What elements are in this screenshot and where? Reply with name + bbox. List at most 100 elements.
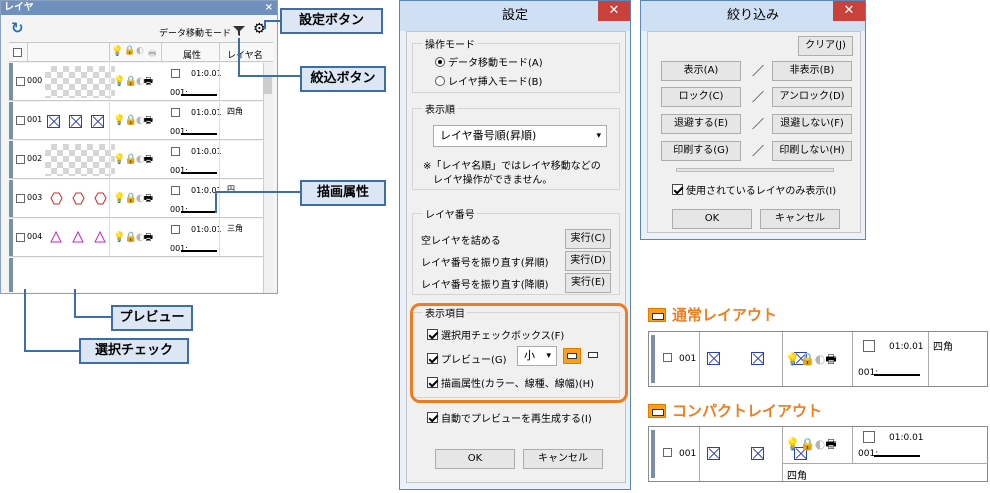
settings-body: 操作モード データ移動モード(A) レイヤ挿入モード(B) 表示順 レイヤ番号順… xyxy=(406,31,628,483)
mode-label: データ移動モード xyxy=(159,29,232,39)
callout-settings-button: 設定ボタン xyxy=(280,8,383,34)
show-button[interactable]: 表示(A) xyxy=(661,61,741,81)
color-box[interactable] xyxy=(171,69,180,78)
layer-state-icons[interactable]: 💡🔒◐🖶 xyxy=(785,435,837,456)
color-box[interactable] xyxy=(171,225,180,234)
layer-number: 002 xyxy=(27,154,43,163)
layer-number-group: レイヤ番号 空レイヤを詰める 実行(C) レイヤ番号を振り直す(昇順) 実行(D… xyxy=(412,206,620,295)
chevron-down-icon: ▾ xyxy=(596,131,601,141)
layer-number: 001 xyxy=(27,115,43,124)
execute-e-button[interactable]: 実行(E) xyxy=(565,273,611,293)
separator xyxy=(676,168,834,172)
layer-state-icons[interactable]: 💡🔒◐🖶 xyxy=(113,230,153,247)
layer-name[interactable]: 円 xyxy=(227,184,235,195)
layer-state-icons[interactable]: 💡🔒◐🖶 xyxy=(785,350,837,371)
execute-c-button[interactable]: 実行(C) xyxy=(565,229,611,249)
visibility-header-icon[interactable]: 💡 xyxy=(111,46,123,57)
layer-select-checkbox[interactable] xyxy=(663,448,672,457)
layer-preview xyxy=(45,66,115,98)
layer-state-icons[interactable]: 💡🔒◐🖶 xyxy=(113,191,153,208)
scrollbar-thumb[interactable] xyxy=(264,76,272,94)
callout-preview: プレビュー xyxy=(111,305,193,331)
compact-layout-heading: コンパクトレイアウト xyxy=(648,400,822,421)
layer-panel: レイヤ × ↻ データ移動モード ⚙ 💡 🔒 ◐ 🖶 属性 レイヤ名 000 💡… xyxy=(0,0,278,294)
select-all-checkbox[interactable] xyxy=(13,48,22,57)
normal-layout-icon xyxy=(648,308,666,322)
evacuate-header-icon[interactable]: ◐ xyxy=(136,46,144,56)
layer-name[interactable]: 四角 xyxy=(227,106,243,117)
cancel-button[interactable]: キャンセル xyxy=(523,449,603,469)
ok-button[interactable]: OK xyxy=(435,449,515,469)
layer-preview xyxy=(45,105,115,137)
close-icon[interactable]: ✕ xyxy=(833,1,865,21)
layer-preview xyxy=(45,222,115,254)
cancel-button[interactable]: キャンセル xyxy=(760,209,840,229)
radio-layer-insert[interactable]: レイヤ挿入モード(B) xyxy=(435,73,542,88)
op-mode-group: 操作モード データ移動モード(A) レイヤ挿入モード(B) xyxy=(412,36,620,93)
ok-button[interactable]: OK xyxy=(672,209,752,229)
layer-state-icons[interactable]: 💡🔒◐🖶 xyxy=(113,113,153,130)
filter-body: クリア(J) 表示(A) ／ 非表示(B) ロック(C) ／ アンロック(D) … xyxy=(647,31,861,233)
layer-panel-title: レイヤ xyxy=(1,1,277,15)
color-box[interactable] xyxy=(171,108,180,117)
display-order-select[interactable]: レイヤ番号順(昇順) ▾ xyxy=(433,125,607,147)
refresh-icon[interactable]: ↻ xyxy=(11,19,24,37)
normal-layout-heading: 通常レイアウト xyxy=(648,304,777,325)
hide-button[interactable]: 非表示(B) xyxy=(772,61,852,81)
layer-select-checkbox[interactable] xyxy=(16,194,25,203)
layer-number: 003 xyxy=(27,193,43,202)
checkbox-only-used[interactable]: 使用されているレイヤのみ表示(I) xyxy=(672,182,836,197)
layer-row[interactable]: 002 💡🔒◐🖶 01:0.01 001: xyxy=(9,141,264,179)
highlight-frame xyxy=(410,303,628,403)
lock-button[interactable]: ロック(C) xyxy=(661,87,741,107)
close-icon[interactable]: × xyxy=(265,1,273,15)
color-box[interactable] xyxy=(171,186,180,195)
clear-button[interactable]: クリア(J) xyxy=(798,36,853,56)
name-header: レイヤ名 xyxy=(227,51,263,61)
filter-dialog: 絞り込み ✕ クリア(J) 表示(A) ／ 非表示(B) ロック(C) ／ アン… xyxy=(640,0,866,240)
layer-select-checkbox[interactable] xyxy=(16,233,25,242)
layer-select-checkbox[interactable] xyxy=(16,155,25,164)
layer-row[interactable]: 001 💡🔒◐🖶 01:0.01 001: 四角 xyxy=(9,102,264,140)
color-box[interactable] xyxy=(863,340,875,352)
layer-row[interactable] xyxy=(9,258,264,292)
checkbox-auto-preview[interactable]: 自動でプレビューを再生成する(I) xyxy=(427,410,592,425)
no-print-button[interactable]: 印刷しない(H) xyxy=(772,141,852,161)
color-box[interactable] xyxy=(863,431,875,443)
unlock-button[interactable]: アンロック(D) xyxy=(772,87,852,107)
callout-draw-attr: 描画属性 xyxy=(300,180,386,206)
attr-header: 属性 xyxy=(183,51,202,61)
layer-select-checkbox[interactable] xyxy=(16,116,25,125)
layer-preview xyxy=(45,183,115,215)
layer-row[interactable]: 003 💡🔒◐🖶 01:0.01 001: 円 xyxy=(9,180,264,218)
layer-name[interactable]: 四角 xyxy=(787,467,807,482)
settings-dialog-title: 設定 xyxy=(400,1,630,31)
normal-layout-row: 001 💡🔒◐🖶 01:0.01 001: 四角 xyxy=(648,331,988,387)
execute-d-button[interactable]: 実行(D) xyxy=(565,251,611,271)
layer-state-icons[interactable]: 💡🔒◐🖶 xyxy=(113,152,153,169)
compact-layout-row: 001 💡🔒◐🖶 01:0.01 001: 四角 xyxy=(648,426,988,482)
layer-row[interactable]: 004 💡🔒◐🖶 01:0.01 001: 三角 xyxy=(9,219,264,257)
display-order-group: 表示順 レイヤ番号順(昇順) ▾ ※「レイヤ名順」ではレイヤ移動などの レイヤ操作… xyxy=(412,101,620,190)
callout-filter-button: 絞込ボタン xyxy=(300,66,386,92)
layer-list-header: 💡 🔒 ◐ 🖶 属性 レイヤ名 xyxy=(9,42,273,62)
scrollbar[interactable] xyxy=(263,63,273,293)
layer-select-checkbox[interactable] xyxy=(663,353,672,362)
close-icon[interactable]: ✕ xyxy=(598,1,630,21)
layer-row[interactable]: 000 💡🔒◐🖶 01:0.01 001: xyxy=(9,63,264,101)
settings-dialog: 設定 ✕ 操作モード データ移動モード(A) レイヤ挿入モード(B) 表示順 レ… xyxy=(399,0,631,490)
radio-data-move[interactable]: データ移動モード(A) xyxy=(435,54,543,69)
print-header-icon[interactable]: 🖶 xyxy=(148,46,157,62)
layer-number: 004 xyxy=(27,232,43,241)
print-button[interactable]: 印刷する(G) xyxy=(661,141,741,161)
layer-state-icons[interactable]: 💡🔒◐🖶 xyxy=(113,74,153,91)
evacuate-button[interactable]: 退避する(E) xyxy=(661,114,741,134)
lock-header-icon[interactable]: 🔒 xyxy=(124,46,135,56)
layer-number: 000 xyxy=(27,76,43,85)
layer-select-checkbox[interactable] xyxy=(16,77,25,86)
layer-name[interactable]: 三角 xyxy=(227,223,243,234)
layer-name[interactable]: 四角 xyxy=(933,338,953,353)
color-box[interactable] xyxy=(171,147,180,156)
no-evacuate-button[interactable]: 退避しない(F) xyxy=(772,114,852,134)
callout-select-check: 選択チェック xyxy=(79,338,189,364)
